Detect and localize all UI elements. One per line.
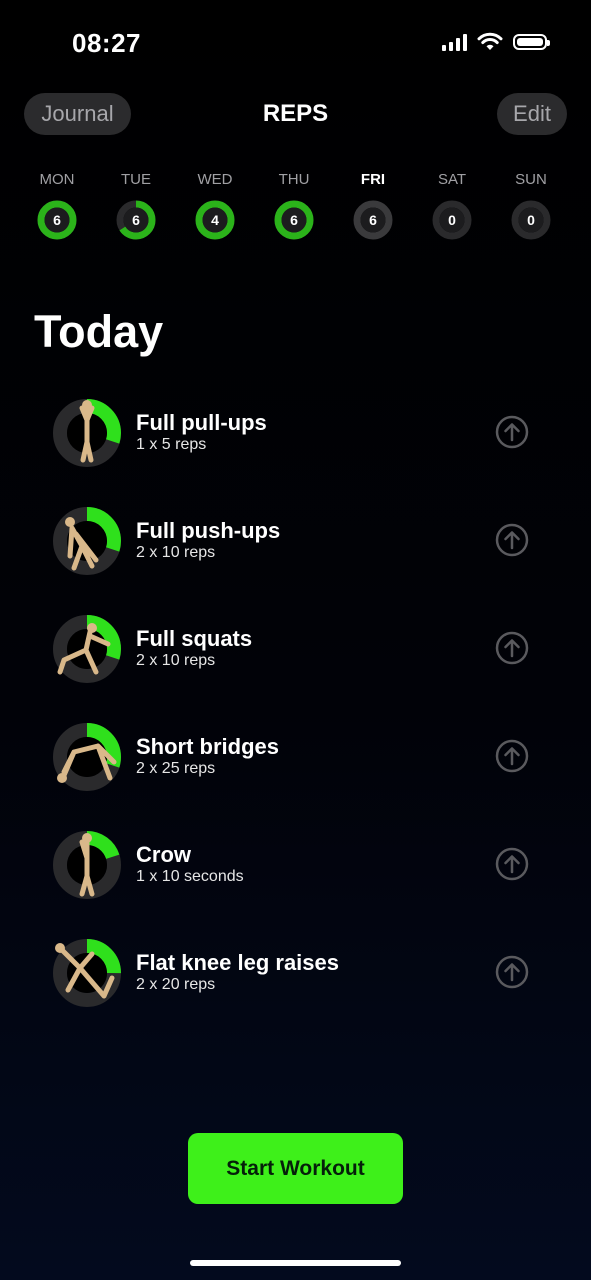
exercise-detail: 2 x 20 reps — [136, 976, 216, 993]
exercise-name: Crow — [136, 842, 191, 867]
exercise-thumbnail-icon — [53, 831, 121, 899]
status-time: 08:27 — [72, 28, 141, 58]
wifi-icon — [477, 32, 503, 50]
day-count: 6 — [53, 212, 61, 228]
day-progress-ring: 6 — [116, 200, 156, 240]
day-label: THU — [278, 171, 310, 188]
exercise-thumbnail-icon — [53, 615, 121, 683]
day-wed[interactable]: WED 4 — [185, 170, 245, 240]
day-progress-ring: 6 — [274, 200, 314, 240]
day-thu[interactable]: THU 6 — [264, 170, 324, 240]
exercise-row[interactable]: Flat knee leg raises 2 x 20 reps — [0, 938, 591, 1028]
day-sat[interactable]: SAT 0 — [422, 170, 482, 240]
exercise-name: Full pull-ups — [136, 410, 267, 435]
arrow-up-circle-icon[interactable] — [494, 846, 530, 882]
exercise-row[interactable]: Crow 1 x 10 seconds — [0, 830, 591, 920]
arrow-up-circle-icon[interactable] — [494, 414, 530, 450]
section-title: Today — [34, 306, 164, 357]
day-label: FRI — [360, 171, 386, 188]
exercise-thumbnail-icon — [53, 939, 121, 1007]
edit-button[interactable]: Edit — [497, 93, 567, 135]
day-count: 0 — [527, 212, 535, 228]
day-tue[interactable]: TUE 6 — [106, 170, 166, 240]
cellular-signal-icon — [442, 33, 467, 51]
start-workout-button[interactable]: Start Workout — [188, 1133, 403, 1204]
day-count: 0 — [448, 212, 456, 228]
exercise-row[interactable]: Full push-ups 2 x 10 reps — [0, 506, 591, 596]
exercise-name: Full push-ups — [136, 518, 281, 543]
exercise-name: Full squats — [136, 626, 253, 651]
exercise-detail: 2 x 10 reps — [136, 652, 216, 669]
day-count: 6 — [132, 212, 140, 228]
exercise-row[interactable]: Full squats 2 x 10 reps — [0, 614, 591, 704]
day-label: TUE — [121, 171, 151, 188]
day-count: 6 — [369, 212, 377, 228]
day-label: WED — [197, 171, 233, 188]
day-progress-ring: 0 — [511, 200, 551, 240]
day-label: SUN — [515, 171, 547, 188]
exercise-row[interactable]: Short bridges 2 x 25 reps — [0, 722, 591, 812]
day-fri[interactable]: FRI 6 — [343, 170, 403, 240]
arrow-up-circle-icon[interactable] — [494, 522, 530, 558]
day-progress-ring: 6 — [37, 200, 77, 240]
exercise-thumbnail-icon — [53, 507, 121, 575]
home-indicator — [190, 1260, 401, 1266]
arrow-up-circle-icon[interactable] — [494, 630, 530, 666]
day-label: SAT — [437, 171, 467, 188]
arrow-up-circle-icon[interactable] — [494, 738, 530, 774]
exercise-name: Short bridges — [136, 734, 280, 759]
day-progress-ring: 6 — [353, 200, 393, 240]
day-progress-ring: 0 — [432, 200, 472, 240]
exercise-name: Flat knee leg raises — [136, 950, 339, 975]
exercise-detail: 1 x 5 reps — [136, 436, 207, 453]
day-count: 4 — [211, 212, 219, 228]
arrow-up-circle-icon[interactable] — [494, 954, 530, 990]
status-icons — [442, 32, 550, 52]
battery-icon — [513, 34, 550, 50]
day-progress-ring: 4 — [195, 200, 235, 240]
exercise-thumbnail-icon — [53, 399, 121, 467]
exercise-detail: 1 x 10 seconds — [136, 868, 244, 885]
day-count: 6 — [290, 212, 298, 228]
day-mon[interactable]: MON 6 — [27, 170, 87, 240]
day-sun[interactable]: SUN 0 — [501, 170, 561, 240]
day-label: MON — [39, 171, 75, 188]
exercise-thumbnail-icon — [53, 723, 121, 791]
exercise-detail: 2 x 10 reps — [136, 544, 216, 561]
exercise-detail: 2 x 25 reps — [136, 760, 216, 777]
exercise-row[interactable]: Full pull-ups 1 x 5 reps — [0, 398, 591, 488]
